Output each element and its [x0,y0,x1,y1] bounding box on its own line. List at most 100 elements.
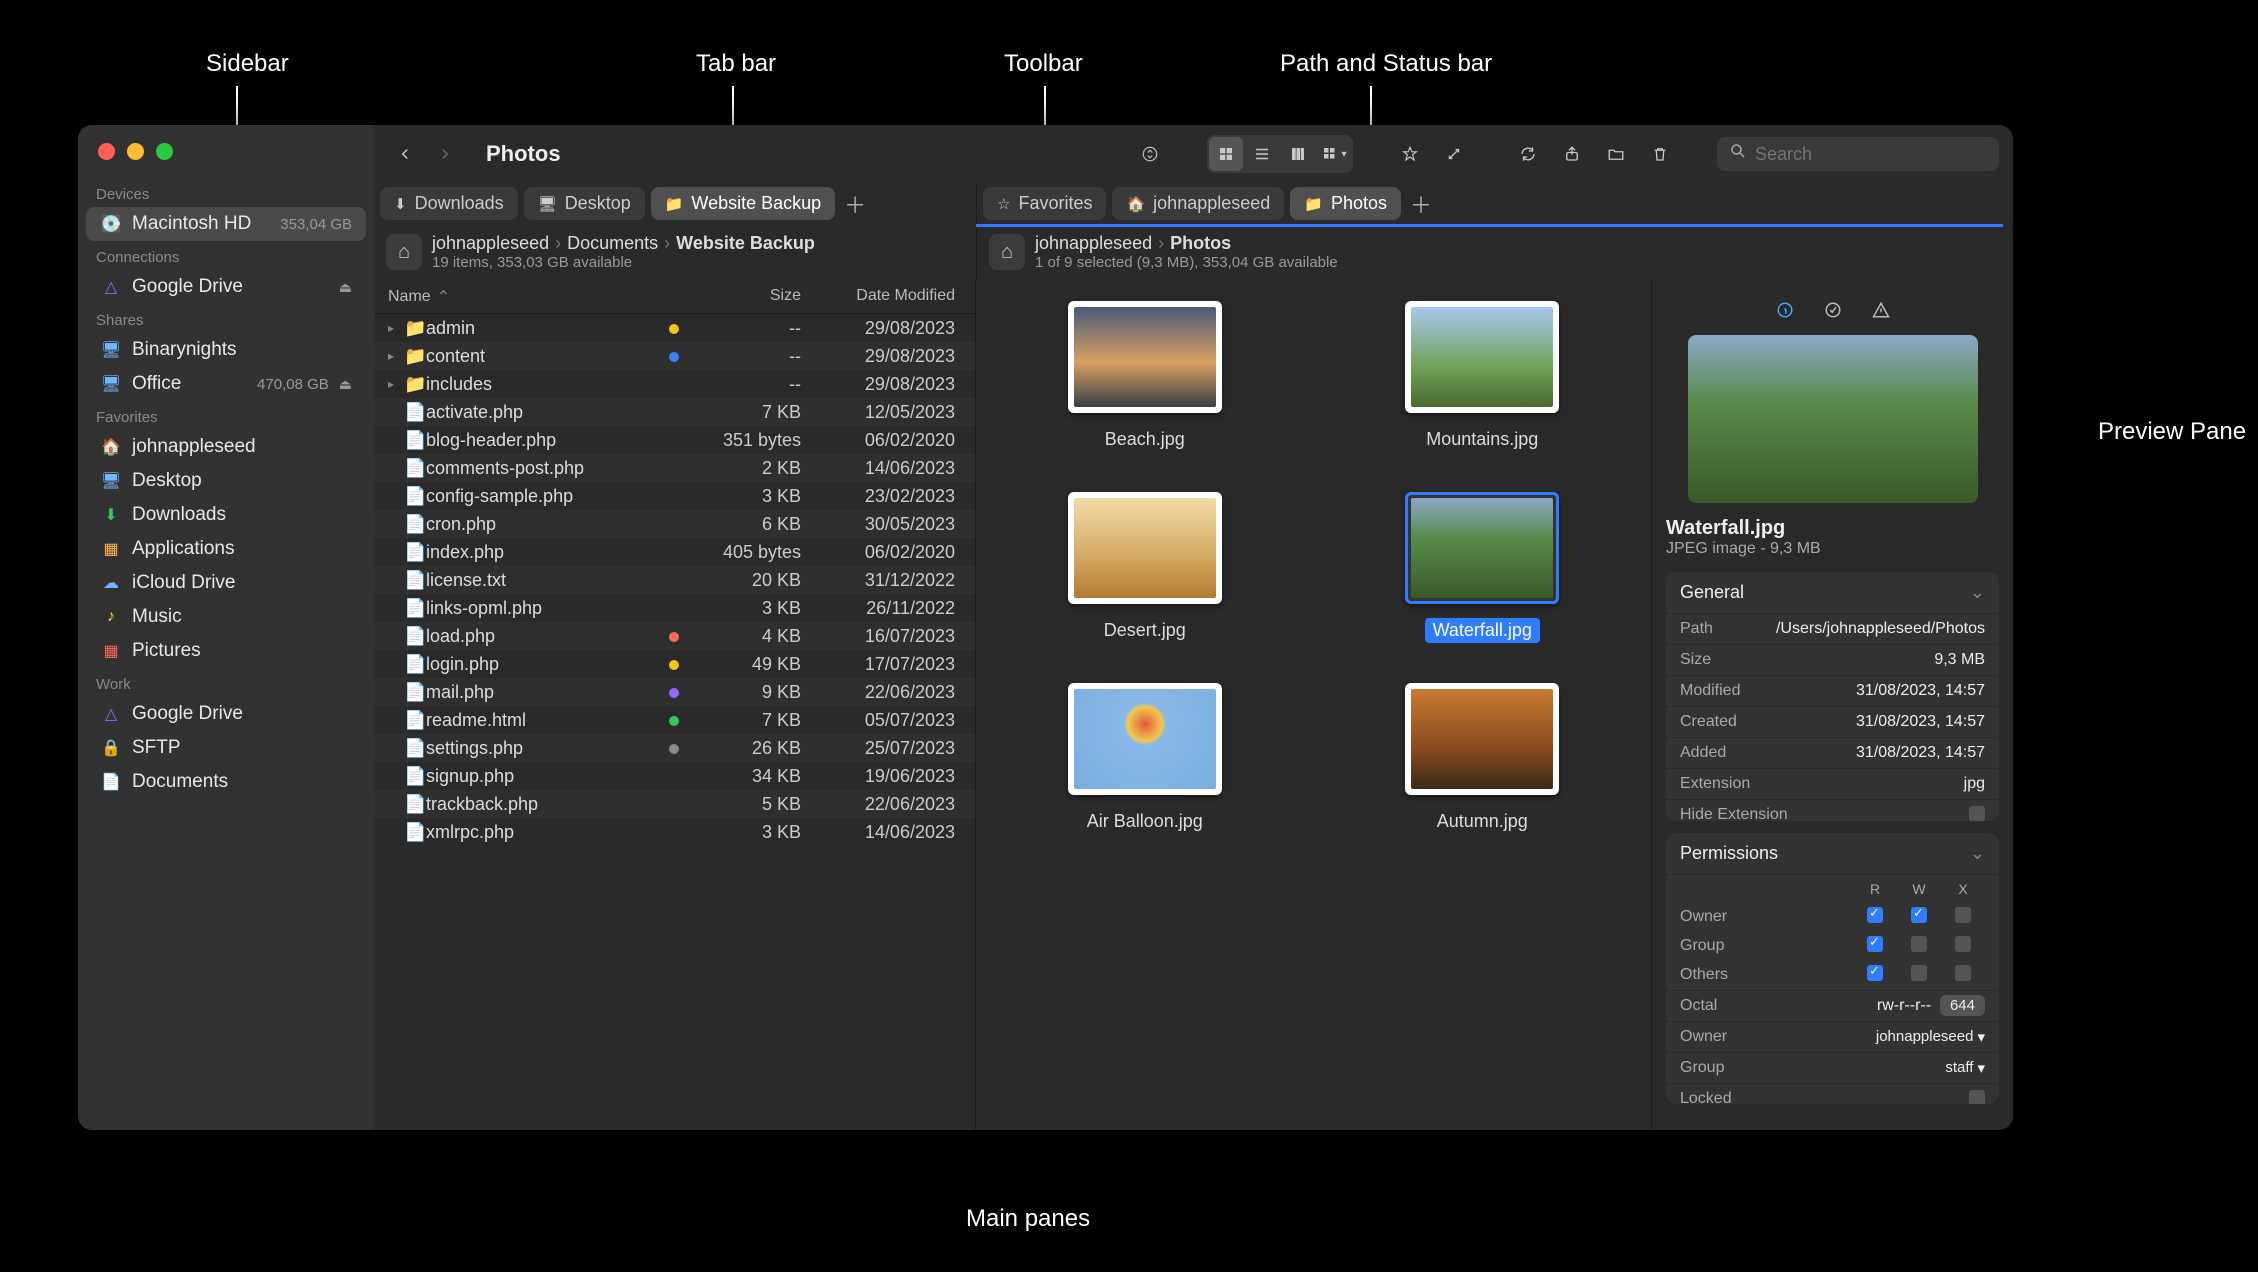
home-icon[interactable]: ⌂ [386,234,422,270]
minimize-button[interactable] [127,143,144,160]
table-row[interactable]: 📄comments-post.php2 KB14/06/2023 [374,454,975,482]
thumbnail[interactable]: Waterfall.jpg [1405,492,1559,643]
sidebar-item[interactable]: 🖥Binarynights [86,333,366,367]
table-row[interactable]: 📄login.php49 KB17/07/2023 [374,650,975,678]
table-row[interactable]: 📄license.txt20 KB31/12/2022 [374,566,975,594]
table-row[interactable]: 📄mail.php9 KB22/06/2023 [374,678,975,706]
newfolder-button[interactable] [1599,137,1633,171]
perm-checkbox[interactable] [1867,907,1883,923]
perm-checkbox[interactable] [1955,907,1971,923]
sidebar-item[interactable]: △Google Drive [86,697,366,731]
sidebar-item[interactable]: ▦Applications [86,532,366,566]
sync-button[interactable] [1511,137,1545,171]
table-row[interactable]: ▸📁content--29/08/2023 [374,342,975,370]
thumbnail[interactable]: Desert.jpg [1068,492,1222,643]
perm-checkbox[interactable] [1955,936,1971,952]
favorite-button[interactable] [1393,137,1427,171]
delete-button[interactable] [1643,137,1677,171]
breadcrumb-item[interactable]: johnappleseed [1035,233,1152,254]
table-row[interactable]: 📄trackback.php5 KB22/06/2023 [374,790,975,818]
table-row[interactable]: 📄links-opml.php3 KB26/11/2022 [374,594,975,622]
sidebar-item[interactable]: ♪Music [86,600,366,634]
table-row[interactable]: ▸📁includes--29/08/2023 [374,370,975,398]
table-row[interactable]: 📄config-sample.php3 KB23/02/2023 [374,482,975,510]
maximize-button[interactable] [156,143,173,160]
eject-icon[interactable]: ⏏ [339,376,352,393]
group-select[interactable]: staff ▾ [1945,1059,1985,1077]
perm-checkbox[interactable] [1911,907,1927,923]
nav-forward-button[interactable] [428,137,462,171]
sidebar-item[interactable]: △Google Drive⏏ [86,270,366,304]
close-button[interactable] [98,143,115,160]
share-button[interactable] [1555,137,1589,171]
disclosure-triangle[interactable]: ▸ [388,377,404,391]
sidebar-item[interactable]: 🖥Desktop [86,464,366,498]
tab[interactable]: ⬇Downloads [380,187,518,220]
sidebar-item[interactable]: 💽Macintosh HD353,04 GB [86,207,366,241]
perm-checkbox[interactable] [1867,965,1883,981]
breadcrumb-item[interactable]: Photos [1170,233,1231,254]
view-gallery-button[interactable]: ▾ [1317,137,1351,171]
col-date[interactable]: Date Modified [801,287,961,307]
home-icon[interactable]: ⌂ [989,234,1025,270]
thumbnail[interactable]: Mountains.jpg [1405,301,1559,452]
tab[interactable]: 📁Photos [1290,187,1401,220]
breadcrumb-item[interactable]: johnappleseed [432,233,549,254]
search-input[interactable] [1755,144,1987,165]
section-general-header[interactable]: General⌄ [1666,572,1999,613]
view-columns-button[interactable] [1281,137,1315,171]
hide-ext-checkbox[interactable] [1969,806,1985,821]
connect-button[interactable] [1437,137,1471,171]
list-body[interactable]: ▸📁admin--29/08/2023▸📁content--29/08/2023… [374,314,975,1130]
table-row[interactable]: 📄xmlrpc.php3 KB14/06/2023 [374,818,975,846]
section-permissions-header[interactable]: Permissions⌄ [1666,833,1999,874]
sidebar-item[interactable]: 🖥Office470,08 GB⏏ [86,367,366,401]
nav-back-button[interactable] [388,137,422,171]
sidebar-item[interactable]: ⬇Downloads [86,498,366,532]
disclosure-triangle[interactable]: ▸ [388,321,404,335]
icon-pane[interactable]: Beach.jpg Mountains.jpg Desert.jpg Waterfal… [976,281,1651,1130]
preview-tab-activity[interactable] [1818,295,1848,325]
eject-icon[interactable]: ⏏ [339,279,352,296]
tab[interactable]: 📁Website Backup [651,187,835,220]
sidebar-item[interactable]: ☁iCloud Drive [86,566,366,600]
preview-tab-alert[interactable] [1866,295,1896,325]
sidebar-item[interactable]: 🏠johnappleseed [86,430,366,464]
sidebar-item[interactable]: 📄Documents [86,765,366,799]
thumbnail[interactable]: Autumn.jpg [1405,683,1559,834]
breadcrumb-item[interactable]: Documents [567,233,658,254]
breadcrumb-item[interactable]: Website Backup [676,233,815,254]
table-row[interactable]: 📄activate.php7 KB12/05/2023 [374,398,975,426]
tab[interactable]: ☆Favorites [983,187,1106,220]
col-name[interactable]: Name ⌃ [388,287,681,307]
view-list-button[interactable] [1245,137,1279,171]
table-row[interactable]: 📄readme.html7 KB05/07/2023 [374,706,975,734]
octal-field[interactable]: 644 [1940,995,1985,1016]
table-row[interactable]: 📄blog-header.php351 bytes06/02/2020 [374,426,975,454]
table-row[interactable]: 📄index.php405 bytes06/02/2020 [374,538,975,566]
table-row[interactable]: 📄settings.php26 KB25/07/2023 [374,734,975,762]
perm-checkbox[interactable] [1955,965,1971,981]
table-row[interactable]: ▸📁admin--29/08/2023 [374,314,975,342]
disclosure-triangle[interactable]: ▸ [388,349,404,363]
perm-checkbox[interactable] [1911,965,1927,981]
owner-select[interactable]: johnappleseed ▾ [1876,1028,1985,1046]
sidebar-item[interactable]: 🔒SFTP [86,731,366,765]
add-tab-button[interactable]: ＋ [1407,190,1435,218]
preview-tab-info[interactable] [1770,295,1800,325]
table-row[interactable]: 📄cron.php6 KB30/05/2023 [374,510,975,538]
table-row[interactable]: 📄signup.php34 KB19/06/2023 [374,762,975,790]
add-tab-button[interactable]: ＋ [841,190,869,218]
view-icons-button[interactable] [1209,137,1243,171]
sort-button[interactable] [1133,137,1167,171]
perm-checkbox[interactable] [1911,936,1927,952]
tab[interactable]: 🏠johnappleseed [1112,187,1284,220]
locked-checkbox[interactable] [1969,1090,1985,1104]
sidebar-item[interactable]: ▦Pictures [86,634,366,668]
col-size[interactable]: Size [681,287,801,307]
tab[interactable]: 🖥Desktop [524,187,645,220]
search-field[interactable] [1717,137,1999,171]
perm-checkbox[interactable] [1867,936,1883,952]
thumbnail[interactable]: Beach.jpg [1068,301,1222,452]
table-row[interactable]: 📄load.php4 KB16/07/2023 [374,622,975,650]
